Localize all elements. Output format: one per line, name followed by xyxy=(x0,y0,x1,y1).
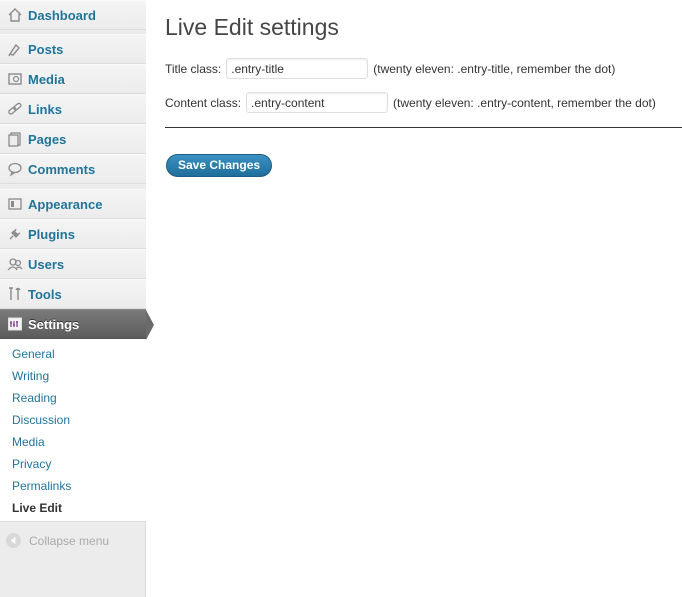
users-icon xyxy=(7,256,23,272)
collapse-menu-button[interactable]: Collapse menu xyxy=(6,533,109,548)
submenu-permalinks[interactable]: Permalinks xyxy=(12,479,71,493)
content-class-input[interactable] xyxy=(246,92,389,113)
title-class-label: Title class: xyxy=(165,61,222,76)
menu-label: Media xyxy=(28,71,65,87)
menu-pages[interactable]: Pages xyxy=(0,124,146,154)
menu-label: Links xyxy=(28,101,62,117)
menu-label: Posts xyxy=(28,41,64,57)
page-title: Live Edit settings xyxy=(165,14,339,40)
menu-label: Settings xyxy=(28,316,80,332)
menu-posts[interactable]: Posts xyxy=(0,34,146,64)
plugins-icon xyxy=(7,226,23,242)
content-class-label: Content class: xyxy=(165,95,242,110)
tools-icon xyxy=(7,286,23,302)
content-class-row: Content class: (twenty eleven: .entry-co… xyxy=(165,92,656,113)
menu-dashboard[interactable]: Dashboard xyxy=(0,0,146,30)
settings-icon xyxy=(7,316,23,332)
menu-users[interactable]: Users xyxy=(0,249,146,279)
menu-comments[interactable]: Comments xyxy=(0,154,146,184)
menu-label: Users xyxy=(28,256,65,272)
divider xyxy=(165,127,682,128)
pages-icon xyxy=(7,131,23,147)
title-class-input[interactable] xyxy=(226,58,369,79)
submenu-writing[interactable]: Writing xyxy=(12,369,49,383)
menu-media[interactable]: Media xyxy=(0,64,146,94)
submenu-privacy[interactable]: Privacy xyxy=(12,457,51,471)
submenu-general[interactable]: General xyxy=(12,347,55,361)
submenu-discussion[interactable]: Discussion xyxy=(12,413,70,427)
menu-links[interactable]: Links xyxy=(0,94,146,124)
menu-label: Tools xyxy=(28,286,62,302)
menu-label: Comments xyxy=(28,161,96,177)
settings-submenu: General Writing Reading Discussion Media… xyxy=(0,339,146,522)
submenu-live-edit[interactable]: Live Edit xyxy=(12,501,62,515)
links-icon xyxy=(7,101,23,117)
submenu-media[interactable]: Media xyxy=(12,435,45,449)
menu-plugins[interactable]: Plugins xyxy=(0,219,146,249)
collapse-arrow-icon xyxy=(6,533,21,548)
admin-sidebar: Dashboard Posts Media Links Pages Commen… xyxy=(0,0,154,597)
menu-tools[interactable]: Tools xyxy=(0,279,146,309)
menu-label: Dashboard xyxy=(28,7,96,23)
appearance-icon xyxy=(7,196,23,212)
media-icon xyxy=(7,71,23,87)
menu-appearance[interactable]: Appearance xyxy=(0,189,146,219)
content-class-hint: (twenty eleven: .entry-content, remember… xyxy=(393,95,656,110)
menu-label: Plugins xyxy=(28,226,75,242)
title-class-row: Title class: (twenty eleven: .entry-titl… xyxy=(165,58,615,79)
menu-settings[interactable]: Settings xyxy=(0,309,154,340)
posts-icon xyxy=(7,41,23,57)
menu-label: Pages xyxy=(28,131,67,147)
save-changes-button[interactable]: Save Changes xyxy=(166,154,273,177)
menu-label: Appearance xyxy=(28,196,103,212)
title-class-hint: (twenty eleven: .entry-title, remember t… xyxy=(373,61,616,76)
submenu-reading[interactable]: Reading xyxy=(12,391,57,405)
collapse-menu-label: Collapse menu xyxy=(29,533,110,548)
dashboard-icon xyxy=(7,7,23,23)
comments-icon xyxy=(7,161,23,177)
